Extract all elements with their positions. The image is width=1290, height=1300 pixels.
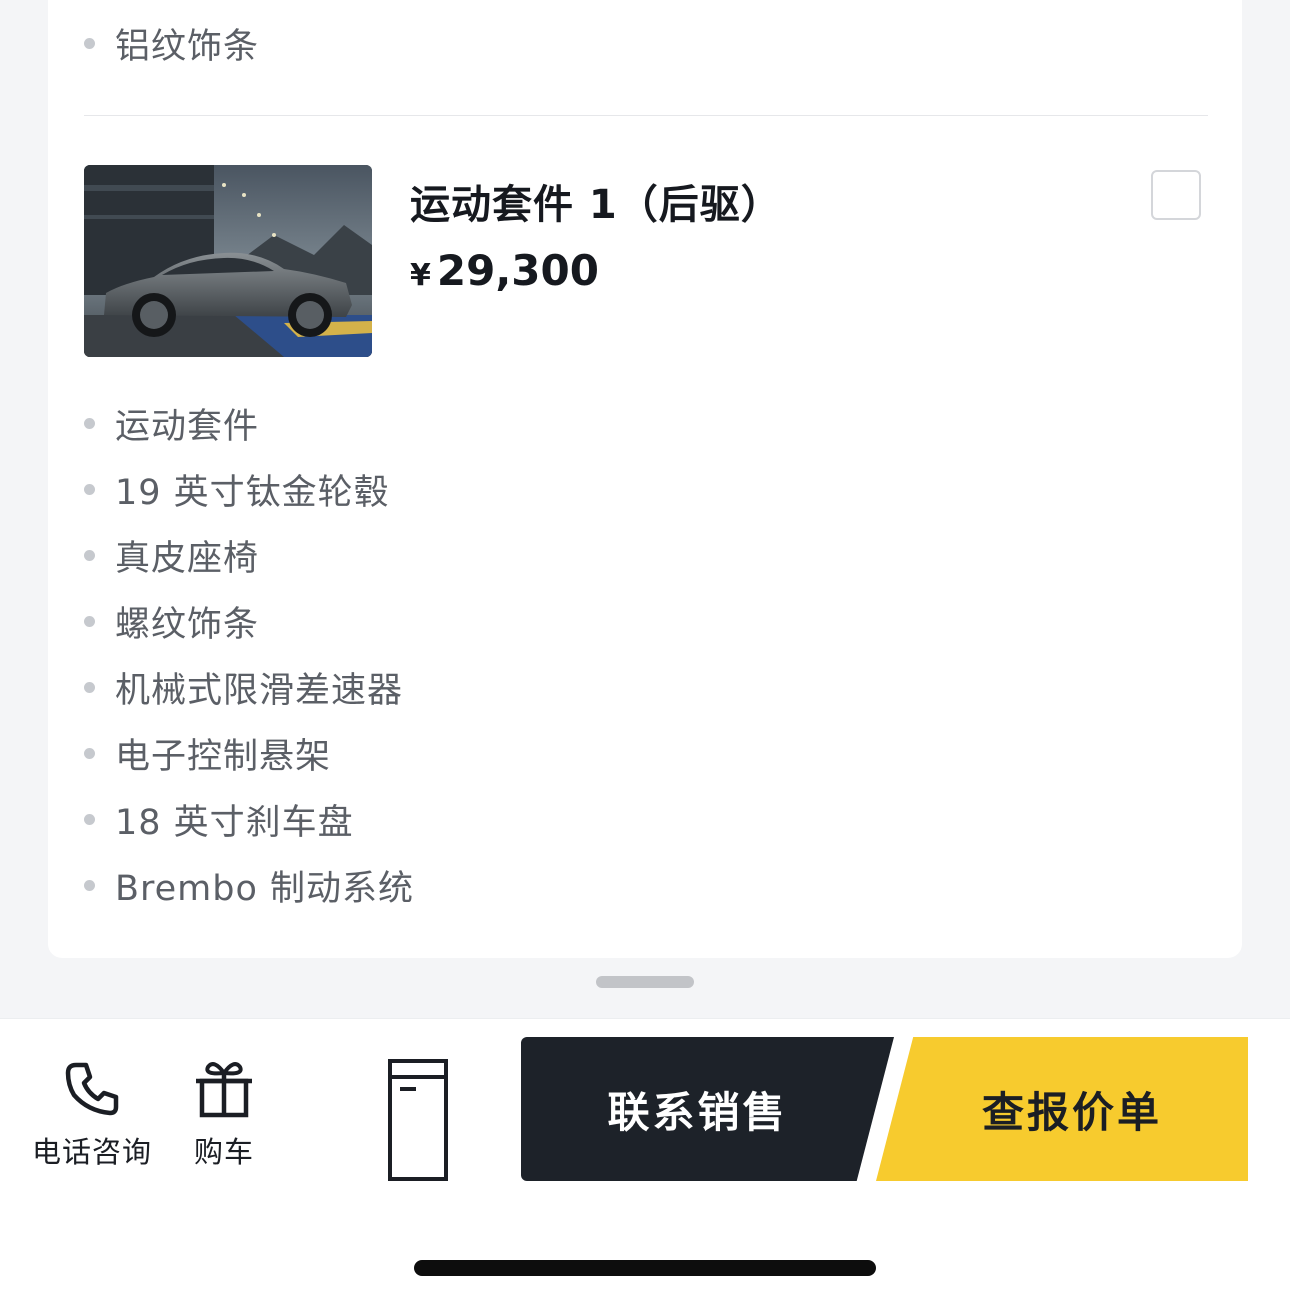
phone-consult-action[interactable]: 电话咨询	[32, 1057, 152, 1171]
list-item: 运动套件	[84, 398, 259, 449]
list-item: 螺纹饰条	[84, 596, 259, 647]
feature-label: 运动套件	[115, 407, 260, 447]
bullet-dot	[84, 880, 95, 891]
feature-label: 电子控制悬架	[115, 737, 332, 777]
bullet-dot	[84, 748, 95, 759]
purchase-gift-action[interactable]: 购车	[192, 1057, 256, 1171]
document-icon	[388, 1059, 448, 1181]
feature-label: 18 英寸刹车盘	[115, 803, 354, 843]
feature-label: 螺纹饰条	[115, 605, 260, 645]
price-value: 29,300	[436, 246, 599, 295]
package-title: 运动套件 1（后驱）	[410, 182, 782, 228]
home-indicator	[414, 1260, 876, 1276]
view-quote-button[interactable]: 查报价单	[876, 1037, 1248, 1181]
action-label: 电话咨询	[32, 1135, 153, 1169]
car-image	[84, 165, 372, 357]
phone-icon	[65, 1062, 119, 1116]
bullet-dot	[84, 550, 95, 561]
gift-icon	[196, 1062, 252, 1118]
bullet-dot	[84, 616, 95, 627]
list-item: 机械式限滑差速器	[84, 662, 403, 713]
currency-symbol: ¥	[410, 258, 431, 293]
action-label: 购车	[193, 1135, 254, 1169]
bullet-dot	[84, 484, 95, 495]
list-item: 电子控制悬架	[84, 728, 331, 779]
feature-label: Brembo 制动系统	[115, 869, 415, 909]
list-item: Brembo 制动系统	[84, 860, 414, 911]
sheet-drag-handle[interactable]	[596, 976, 694, 988]
bullet-dot	[84, 418, 95, 429]
list-item: 铝纹饰条	[84, 18, 259, 69]
feature-label: 19 英寸钛金轮毂	[115, 473, 390, 513]
bullet-dot	[84, 682, 95, 693]
package-select-checkbox[interactable]	[1151, 170, 1201, 220]
list-item: 真皮座椅	[84, 530, 259, 581]
list-item: 19 英寸钛金轮毂	[84, 464, 390, 515]
bullet-dot	[84, 38, 95, 49]
option-package-card: 铝纹饰条 运动套件 1（后驱） ¥ 29,300 运动套件 19 英寸钛金轮毂 …	[48, 0, 1242, 958]
package-price: ¥ 29,300	[410, 246, 599, 295]
bottom-action-bar: 电话咨询 购车 联系销售 查报价单	[0, 1018, 1290, 1300]
document-action[interactable]	[386, 1057, 450, 1185]
bullet-dot	[84, 814, 95, 825]
list-item: 18 英寸刹车盘	[84, 794, 354, 845]
feature-label: 机械式限滑差速器	[115, 671, 404, 711]
feature-label: 真皮座椅	[115, 539, 260, 579]
divider	[84, 115, 1208, 116]
package-thumbnail	[84, 165, 372, 357]
feature-label: 铝纹饰条	[115, 27, 260, 67]
contact-sales-button[interactable]: 联系销售	[521, 1037, 894, 1181]
